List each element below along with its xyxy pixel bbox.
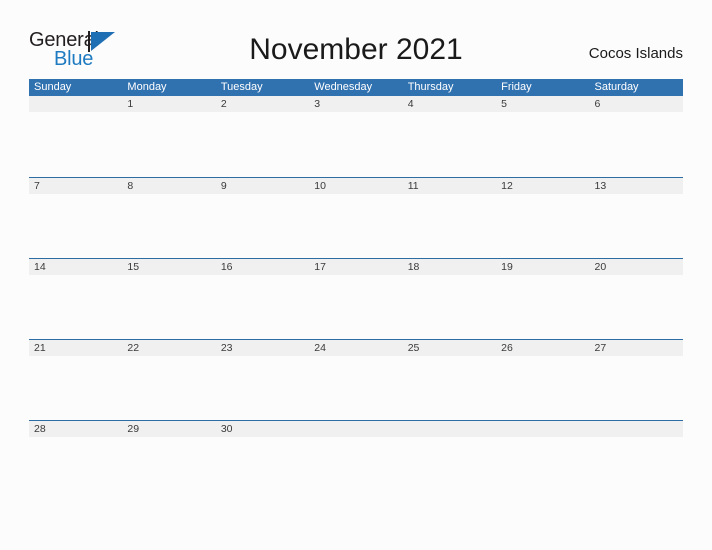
day-note-cell[interactable] [216,194,309,258]
weekday-header-row: Sunday Monday Tuesday Wednesday Thursday… [29,79,683,96]
day-number[interactable]: 8 [122,178,215,194]
day-number[interactable]: 3 [309,96,402,112]
day-number[interactable]: 22 [122,340,215,356]
day-note-cell[interactable] [122,112,215,176]
day-number[interactable]: 27 [590,340,683,356]
week-date-band: 1 2 3 4 5 6 [29,96,683,112]
calendar-grid: Sunday Monday Tuesday Wednesday Thursday… [29,79,683,501]
week-note-area [29,437,683,501]
week-date-band: 7 8 9 10 11 12 13 [29,178,683,194]
day-note-cell[interactable] [309,112,402,176]
day-note-cell[interactable] [590,194,683,258]
day-note-cell[interactable] [122,194,215,258]
day-number[interactable]: 18 [403,259,496,275]
day-note-cell[interactable] [590,356,683,420]
calendar-week-row: 21 22 23 24 25 26 27 [29,339,683,420]
day-number[interactable]: 24 [309,340,402,356]
day-number[interactable]: 9 [216,178,309,194]
day-note-cell[interactable] [216,437,309,501]
day-note-cell[interactable] [590,112,683,176]
week-note-area [29,275,683,339]
weekday-header-saturday: Saturday [594,81,639,93]
day-note-cell[interactable] [496,112,589,176]
day-note-cell[interactable] [309,194,402,258]
day-note-cell[interactable] [403,275,496,339]
day-number[interactable]: 17 [309,259,402,275]
day-note-cell[interactable] [403,437,496,501]
day-note-cell[interactable] [403,356,496,420]
page-header: General Blue November 2021 Cocos Islands [0,0,712,78]
weekday-header-friday: Friday [501,81,532,93]
day-number[interactable]: 4 [403,96,496,112]
day-number[interactable]: 16 [216,259,309,275]
day-number[interactable]: 30 [216,421,309,437]
calendar-week-row: 7 8 9 10 11 12 13 [29,177,683,258]
day-number[interactable]: 11 [403,178,496,194]
calendar-page: General Blue November 2021 Cocos Islands… [0,0,712,550]
week-date-band: 14 15 16 17 18 19 20 [29,259,683,275]
day-number[interactable]: 2 [216,96,309,112]
day-note-cell[interactable] [216,356,309,420]
day-note-cell[interactable] [29,356,122,420]
day-number[interactable] [403,421,496,437]
day-note-cell[interactable] [309,356,402,420]
day-note-cell[interactable] [29,275,122,339]
region-label: Cocos Islands [588,45,683,62]
day-note-cell[interactable] [122,437,215,501]
week-note-area [29,356,683,420]
day-number[interactable]: 10 [309,178,402,194]
day-number[interactable] [309,421,402,437]
day-note-cell[interactable] [403,194,496,258]
day-note-cell[interactable] [309,275,402,339]
day-number[interactable]: 19 [496,259,589,275]
day-note-cell[interactable] [216,275,309,339]
day-note-cell[interactable] [590,437,683,501]
week-note-area [29,194,683,258]
day-note-cell[interactable] [122,356,215,420]
weekday-header-sunday: Sunday [34,81,72,93]
day-note-cell[interactable] [496,356,589,420]
calendar-week-row: 1 2 3 4 5 6 [29,96,683,177]
calendar-week-row: 14 15 16 17 18 19 20 [29,258,683,339]
day-number[interactable]: 12 [496,178,589,194]
day-note-cell[interactable] [29,112,122,176]
day-number[interactable]: 15 [122,259,215,275]
day-number[interactable]: 13 [590,178,683,194]
day-note-cell[interactable] [496,194,589,258]
day-number[interactable]: 5 [496,96,589,112]
day-note-cell[interactable] [29,437,122,501]
day-number[interactable]: 6 [590,96,683,112]
day-number[interactable]: 28 [29,421,122,437]
day-number[interactable]: 1 [122,96,215,112]
day-number[interactable]: 23 [216,340,309,356]
week-note-area [29,112,683,176]
day-number[interactable] [496,421,589,437]
day-note-cell[interactable] [29,194,122,258]
week-date-band: 21 22 23 24 25 26 27 [29,340,683,356]
day-note-cell[interactable] [309,437,402,501]
day-note-cell[interactable] [122,275,215,339]
day-number[interactable]: 7 [29,178,122,194]
day-number[interactable]: 26 [496,340,589,356]
weekday-header-tuesday: Tuesday [220,81,263,93]
day-number[interactable] [29,96,122,112]
calendar-week-row: 28 29 30 [29,420,683,501]
day-note-cell[interactable] [496,275,589,339]
weekday-header-thursday: Thursday [407,81,454,93]
week-date-band: 28 29 30 [29,421,683,437]
day-number[interactable]: 29 [122,421,215,437]
day-note-cell[interactable] [496,437,589,501]
weekday-header-wednesday: Wednesday [314,81,373,93]
weekday-header-monday: Monday [127,81,167,93]
day-note-cell[interactable] [403,112,496,176]
day-note-cell[interactable] [590,275,683,339]
day-number[interactable]: 20 [590,259,683,275]
day-number[interactable]: 21 [29,340,122,356]
day-note-cell[interactable] [216,112,309,176]
day-number[interactable]: 14 [29,259,122,275]
day-number[interactable] [590,421,683,437]
day-number[interactable]: 25 [403,340,496,356]
